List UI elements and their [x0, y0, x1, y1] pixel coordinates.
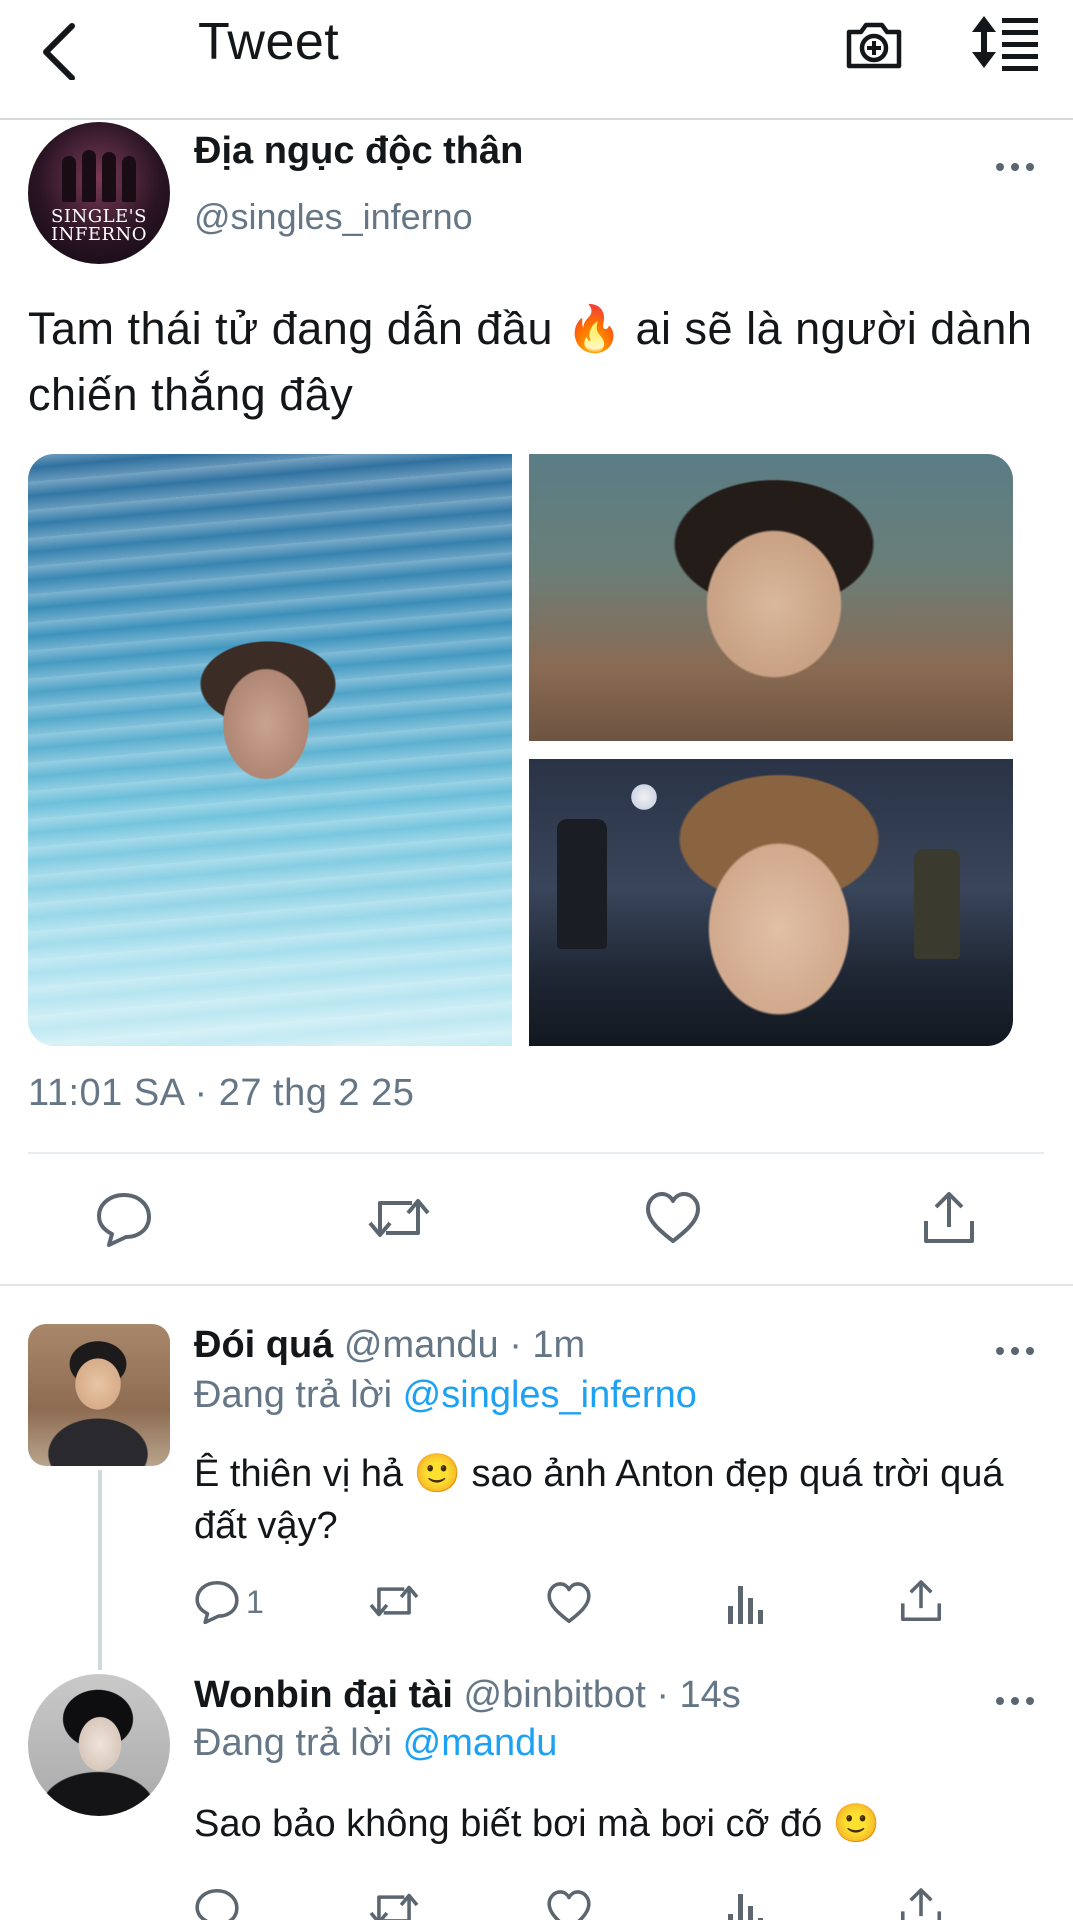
- avatar-logo-text: SINGLE'S INFERNO: [50, 206, 148, 245]
- replying-to: Đang trả lời @mandu: [194, 1722, 557, 1765]
- replying-label: Đang trả lời: [194, 1722, 393, 1764]
- retweet-icon: [369, 1893, 419, 1920]
- sort-arrows-icon: [972, 16, 1038, 71]
- author-handle[interactable]: @singles_inferno: [194, 196, 473, 238]
- tweet-text: Tam thái tử đang dẫn đầu 🔥 ai sẽ là ngườ…: [28, 303, 1033, 420]
- reply-author-name[interactable]: Wonbin đại tài: [194, 1674, 453, 1716]
- more-dot-icon: [996, 1697, 1004, 1705]
- reply-more-button[interactable]: [996, 1340, 1036, 1360]
- divider: [28, 1152, 1044, 1154]
- tweet-photo-2[interactable]: [529, 454, 1013, 741]
- background-person: [914, 849, 960, 959]
- background-person: [557, 819, 607, 949]
- reply-button[interactable]: [95, 1189, 153, 1247]
- chevron-left-icon: [43, 23, 75, 81]
- reply-share-button[interactable]: [898, 1886, 944, 1920]
- retweet-button[interactable]: [368, 1189, 430, 1247]
- tweet-timestamp: 11:01 SA · 27 thg 2 25: [28, 1072, 415, 1114]
- top-bar: Tweet: [0, 0, 1073, 120]
- avatar-figure: [122, 156, 136, 202]
- author-avatar[interactable]: SINGLE'S INFERNO: [28, 122, 170, 264]
- author-name[interactable]: Địa ngục độc thân: [194, 130, 523, 173]
- like-icon: [547, 1890, 591, 1920]
- avatar-figure: [102, 152, 116, 202]
- reply-text: Ê thiên vị hả 🙂 sao ảnh Anton đẹp quá tr…: [194, 1453, 1004, 1547]
- replying-mention-link[interactable]: @mandu: [403, 1722, 558, 1764]
- more-dot-icon: [1011, 163, 1019, 171]
- more-dot-icon: [996, 1347, 1004, 1355]
- replying-to: Đang trả lời @singles_inferno: [194, 1374, 697, 1417]
- retweet-icon: [369, 1585, 419, 1617]
- like-button[interactable]: [644, 1189, 702, 1247]
- reply-retweet-button[interactable]: [368, 1886, 420, 1920]
- reply-more-button[interactable]: [996, 1690, 1036, 1710]
- analytics-icon: [728, 1894, 763, 1920]
- more-dot-icon: [1011, 1697, 1019, 1705]
- like-icon: [547, 1582, 591, 1624]
- avatar-figure: [62, 156, 76, 202]
- reply-reply-button[interactable]: 1: [194, 1578, 294, 1630]
- analytics-icon: [728, 1586, 763, 1624]
- thread-connector: [98, 1470, 102, 1670]
- more-dot-icon: [1026, 163, 1034, 171]
- reply-analytics-button[interactable]: [726, 1580, 766, 1632]
- sort-button[interactable]: [970, 12, 1042, 72]
- more-dot-icon: [1026, 1697, 1034, 1705]
- reply-header: Wonbin đại tài @binbitbot · 14s: [194, 1674, 741, 1717]
- replying-label: Đang trả lời: [194, 1374, 393, 1416]
- reply-author-name[interactable]: Đói quá: [194, 1324, 333, 1366]
- more-dot-icon: [1026, 1347, 1034, 1355]
- reply-meta: @mandu · 1m: [343, 1324, 586, 1366]
- replying-mention-link[interactable]: @singles_inferno: [403, 1374, 697, 1416]
- share-icon: [900, 1580, 942, 1622]
- reply-meta: @binbitbot · 14s: [463, 1674, 741, 1716]
- camera-plus-icon: [846, 22, 902, 69]
- tweet-photo-1[interactable]: [28, 454, 512, 1046]
- back-button[interactable]: [36, 10, 86, 81]
- reply-reply-button[interactable]: [194, 1886, 240, 1920]
- tweet-more-button[interactable]: [996, 156, 1036, 176]
- reply-text: Sao bảo không biết bơi mà bơi cỡ đó 🙂: [194, 1803, 881, 1845]
- share-button[interactable]: [920, 1189, 978, 1247]
- share-icon: [900, 1888, 942, 1920]
- reply-avatar[interactable]: [28, 1324, 170, 1466]
- like-icon: [646, 1192, 700, 1243]
- tweet-photo-3[interactable]: [529, 759, 1013, 1046]
- reply-icon: [195, 1888, 239, 1920]
- reply-analytics-button[interactable]: [726, 1888, 766, 1920]
- camera-button[interactable]: [843, 12, 905, 74]
- reply-share-button[interactable]: [898, 1578, 944, 1630]
- reply-retweet-button[interactable]: [368, 1578, 420, 1630]
- divider: [0, 1284, 1073, 1286]
- reply-avatar[interactable]: [28, 1674, 170, 1816]
- reply-icon: [195, 1580, 239, 1624]
- retweet-icon: [368, 1199, 430, 1237]
- more-dot-icon: [996, 163, 1004, 171]
- share-icon: [924, 1192, 974, 1243]
- page-title: Tweet: [198, 13, 340, 71]
- avatar-figure: [82, 150, 96, 202]
- reply-header: Đói quá @mandu · 1m: [194, 1324, 585, 1367]
- reply-like-button[interactable]: [546, 1580, 592, 1632]
- reply-like-button[interactable]: [546, 1888, 592, 1920]
- reply-icon: [97, 1193, 151, 1247]
- reply-count: 1: [246, 1584, 264, 1620]
- more-dot-icon: [1011, 1347, 1019, 1355]
